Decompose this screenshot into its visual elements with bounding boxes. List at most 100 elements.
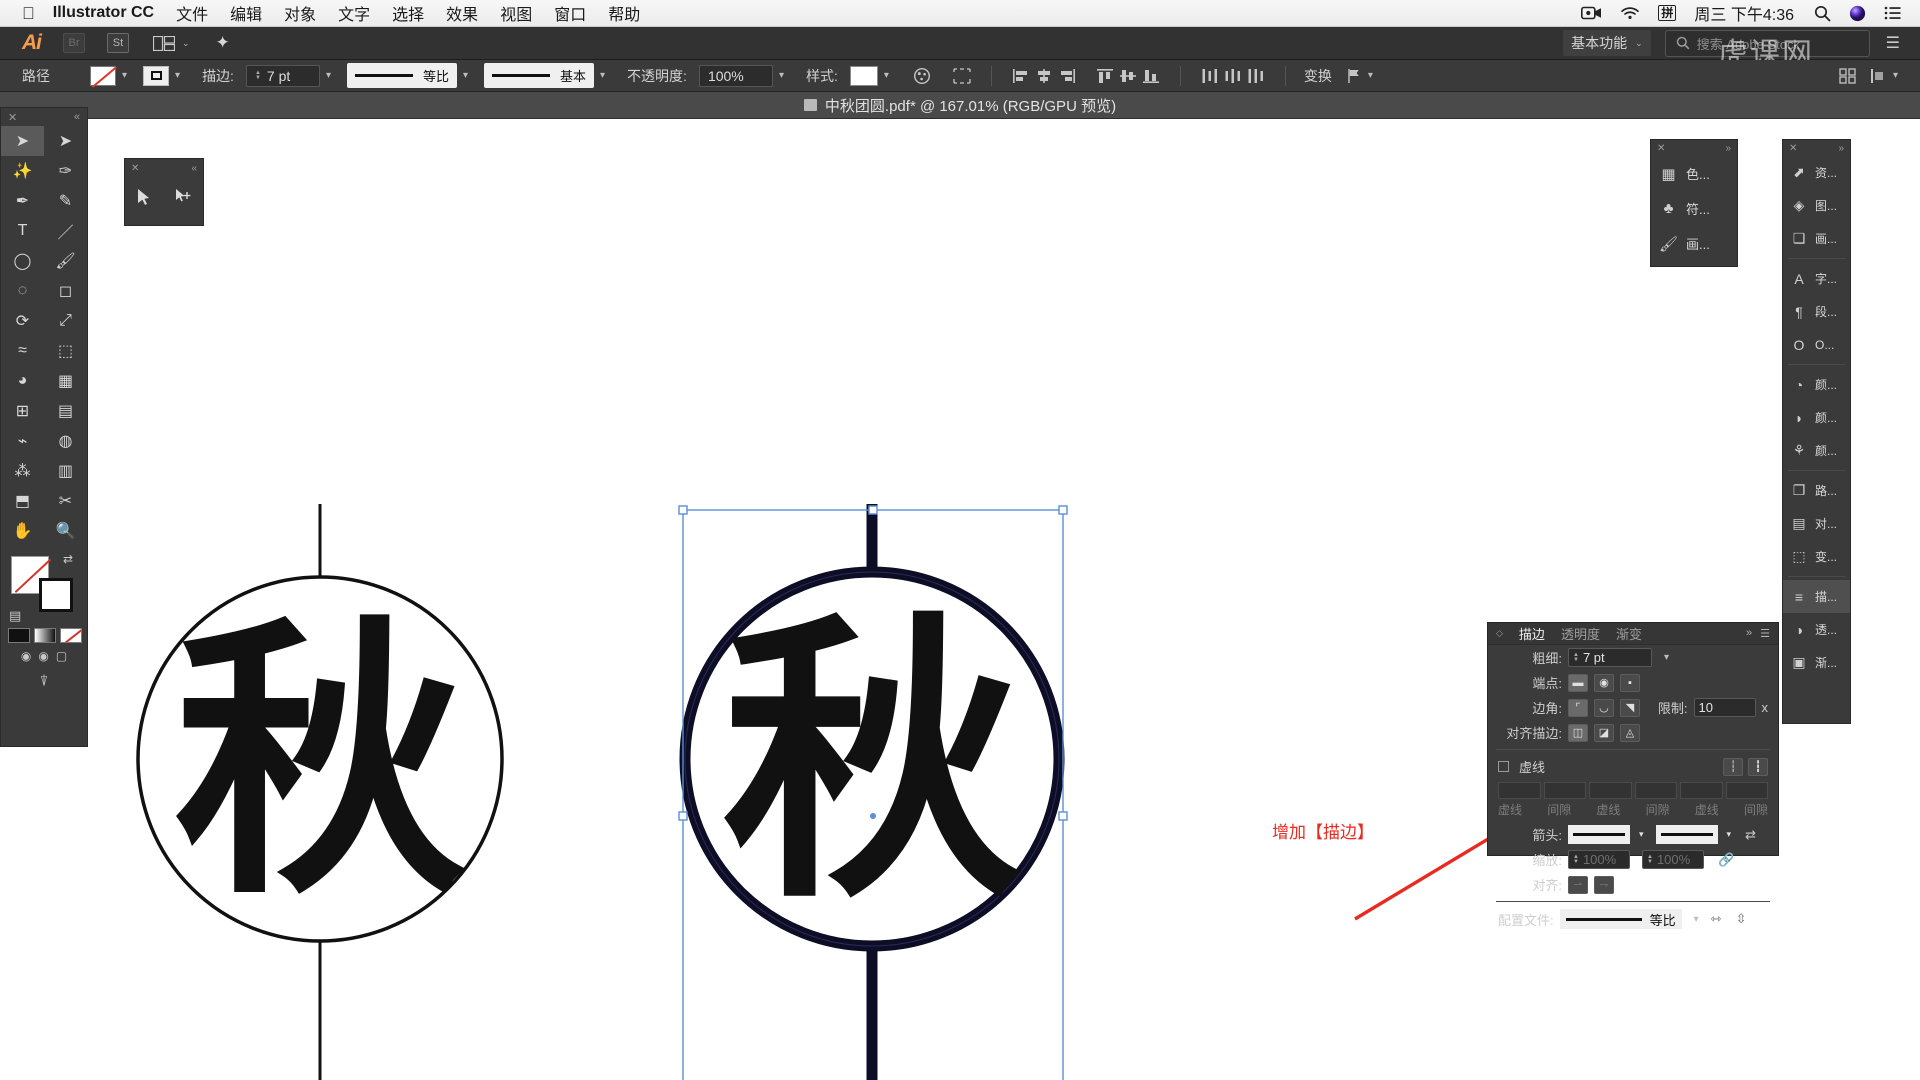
brushes-panel-icon[interactable]: 🖌 画... — [1651, 226, 1737, 261]
arrange-documents-icon[interactable] — [153, 35, 175, 51]
dash-adjust-icon[interactable]: ┇ — [1748, 757, 1768, 776]
video-camera-icon[interactable] — [1581, 6, 1602, 20]
line-segment-tool[interactable]: ／ — [44, 216, 87, 246]
stroke-black-swatch[interactable] — [39, 578, 73, 612]
arrange-icon[interactable] — [1839, 67, 1856, 84]
stock-button[interactable]: St — [107, 33, 129, 53]
symbol-sprayer-tool[interactable]: ⁂ — [1, 456, 44, 486]
gap-input-1[interactable] — [1543, 782, 1586, 799]
hand-tool[interactable]: ✋ — [1, 516, 44, 546]
stroke-weight-input[interactable]: ▲ ▼ 7 pt — [245, 64, 320, 87]
symbols-panel-icon[interactable]: ♣ 符... — [1651, 191, 1737, 226]
rocket-icon[interactable]: ✦ — [216, 33, 230, 53]
dash-input-2[interactable] — [1589, 782, 1632, 799]
perspective-grid-tool[interactable]: ▦ — [44, 366, 87, 396]
graphic-style-swatch[interactable] — [849, 65, 878, 86]
opentype-panel-icon[interactable]: O O... — [1783, 328, 1850, 361]
blend-tool[interactable]: ◍ — [44, 426, 87, 456]
miter-join-icon[interactable]: ⌜ — [1567, 698, 1588, 717]
paragraph-panel-icon[interactable]: ¶ 段... — [1783, 295, 1850, 328]
color-panel-icon[interactable]: ◔ 颜... — [1783, 368, 1850, 401]
profile-chevron-down-icon[interactable]: ▾ — [1694, 914, 1699, 925]
hamburger-icon[interactable]: ☰ — [1886, 33, 1900, 53]
weight-chevron-down-icon[interactable]: ▾ — [1664, 652, 1669, 663]
flag-icon[interactable] — [1346, 68, 1362, 84]
type-tool[interactable]: T — [1, 216, 44, 246]
panel-grip-icon[interactable]: ◇ — [1496, 628, 1503, 639]
arrow-end-select[interactable] — [1655, 825, 1718, 844]
panel-menu-icon[interactable]: ☰ — [1760, 627, 1770, 640]
expand-icon[interactable]: » — [1838, 143, 1844, 154]
scale-start-stepper[interactable]: ▲ ▼ — [1573, 854, 1579, 865]
default-fill-stroke-icon[interactable]: ▤ — [9, 608, 21, 624]
distribute-top-icon[interactable] — [1201, 68, 1219, 84]
stroke-panel-icon[interactable]: ≡ 描... — [1783, 580, 1850, 613]
paintbrush-tool[interactable]: 🖌 — [44, 246, 87, 276]
collapse-icon[interactable]: « — [74, 111, 80, 123]
mesh-tool[interactable]: ⊞ — [1, 396, 44, 426]
select-similar-icon[interactable] — [953, 67, 971, 84]
draw-behind-icon[interactable]: ◉ — [38, 649, 48, 663]
swatches-panel-icon[interactable]: ▦ 色... — [1651, 156, 1737, 191]
gap-input-2[interactable] — [1634, 782, 1677, 799]
menu-object[interactable]: 对象 — [284, 1, 316, 25]
opacity-chevron-down-icon[interactable]: ▾ — [779, 70, 784, 81]
none-swatch[interactable] — [60, 628, 82, 643]
align-center-stroke-icon[interactable]: ◫ — [1568, 723, 1588, 742]
scale-end-stepper[interactable]: ▲ ▼ — [1647, 854, 1653, 865]
style-chevron-down-icon[interactable]: ▾ — [884, 70, 889, 81]
fill-chevron-down-icon[interactable]: ▾ — [122, 70, 127, 81]
flip-along-icon[interactable]: ⇳ — [1736, 911, 1747, 927]
scale-tool[interactable]: ⤢ — [44, 306, 87, 336]
width-tool[interactable]: ≈ — [1, 336, 44, 366]
lasso-tool[interactable]: ✑ — [44, 156, 87, 186]
align-middle-icon[interactable] — [1119, 68, 1137, 84]
swap-fill-stroke-icon[interactable]: ⇄ — [63, 552, 73, 566]
gradient-swatch[interactable] — [34, 628, 56, 643]
margin-icon[interactable] — [1870, 68, 1887, 84]
close-icon[interactable]: ✕ — [8, 111, 17, 124]
limit-input[interactable]: 10 — [1693, 698, 1756, 717]
transform-chevron-down-icon[interactable]: ▾ — [1368, 70, 1373, 81]
screen-mode-icon[interactable]: ⍒ — [1, 673, 87, 690]
fill-color-swatch[interactable] — [90, 65, 116, 86]
stroke-color-swatch[interactable] — [143, 65, 170, 86]
eyedropper-tool[interactable]: ⌁ — [1, 426, 44, 456]
bevel-join-icon[interactable]: ◥ — [1619, 698, 1640, 717]
selection-tool[interactable] — [137, 188, 151, 211]
dash-input-3[interactable] — [1680, 782, 1723, 799]
stock-search-input[interactable]: 搜索 Adobe Stock — [1664, 29, 1870, 57]
projecting-cap-icon[interactable]: ▪ — [1620, 673, 1640, 692]
close-icon[interactable]: ✕ — [1657, 143, 1665, 154]
eraser-tool[interactable]: ◻ — [44, 276, 87, 306]
control-center-icon[interactable] — [1884, 6, 1902, 20]
search-icon[interactable] — [1814, 5, 1831, 22]
menu-edit[interactable]: 编辑 — [230, 1, 262, 25]
menu-help[interactable]: 帮助 — [608, 1, 640, 25]
color-guide-panel-icon[interactable]: ◗ 颜... — [1783, 401, 1850, 434]
stroke-chevron-down-icon[interactable]: ▾ — [175, 70, 180, 81]
menu-effect[interactable]: 效果 — [446, 1, 478, 25]
link-scale-icon[interactable]: 🔗 — [1718, 852, 1734, 868]
color-swatch[interactable] — [8, 628, 30, 643]
stroke-weight-stepper[interactable]: ▲ ▼ — [255, 70, 261, 81]
scale-start-input[interactable]: ▲ ▼ 100% — [1568, 850, 1630, 869]
transparency-panel-icon[interactable]: ◑ 透... — [1783, 613, 1850, 646]
round-join-icon[interactable]: ◡ — [1593, 698, 1614, 717]
weight-input[interactable]: ▲ ▼ 7 pt — [1568, 648, 1652, 667]
menu-bar-clock[interactable]: 周三 下午4:36 — [1694, 1, 1794, 25]
column-graph-tool[interactable]: ▥ — [44, 456, 87, 486]
menu-select[interactable]: 选择 — [392, 1, 424, 25]
arrange-chevron-down-icon[interactable]: ⌄ — [182, 38, 190, 49]
apple-icon[interactable]:  — [22, 5, 35, 22]
close-icon[interactable]: ✕ — [1789, 143, 1797, 154]
align-outside-stroke-icon[interactable]: ◬ — [1620, 723, 1640, 742]
pen-tool[interactable]: ✒ — [1, 186, 44, 216]
dashed-line-checkbox[interactable] — [1498, 761, 1509, 772]
rotate-tool[interactable]: ⟳ — [1, 306, 44, 336]
expand-icon[interactable]: » — [1746, 627, 1752, 640]
arrow-start-select[interactable] — [1568, 825, 1630, 844]
input-method-indicator[interactable]: 拼 — [1658, 5, 1677, 21]
profile-select[interactable]: 等比 — [1559, 909, 1682, 929]
distribute-middle-icon[interactable] — [1224, 68, 1242, 84]
